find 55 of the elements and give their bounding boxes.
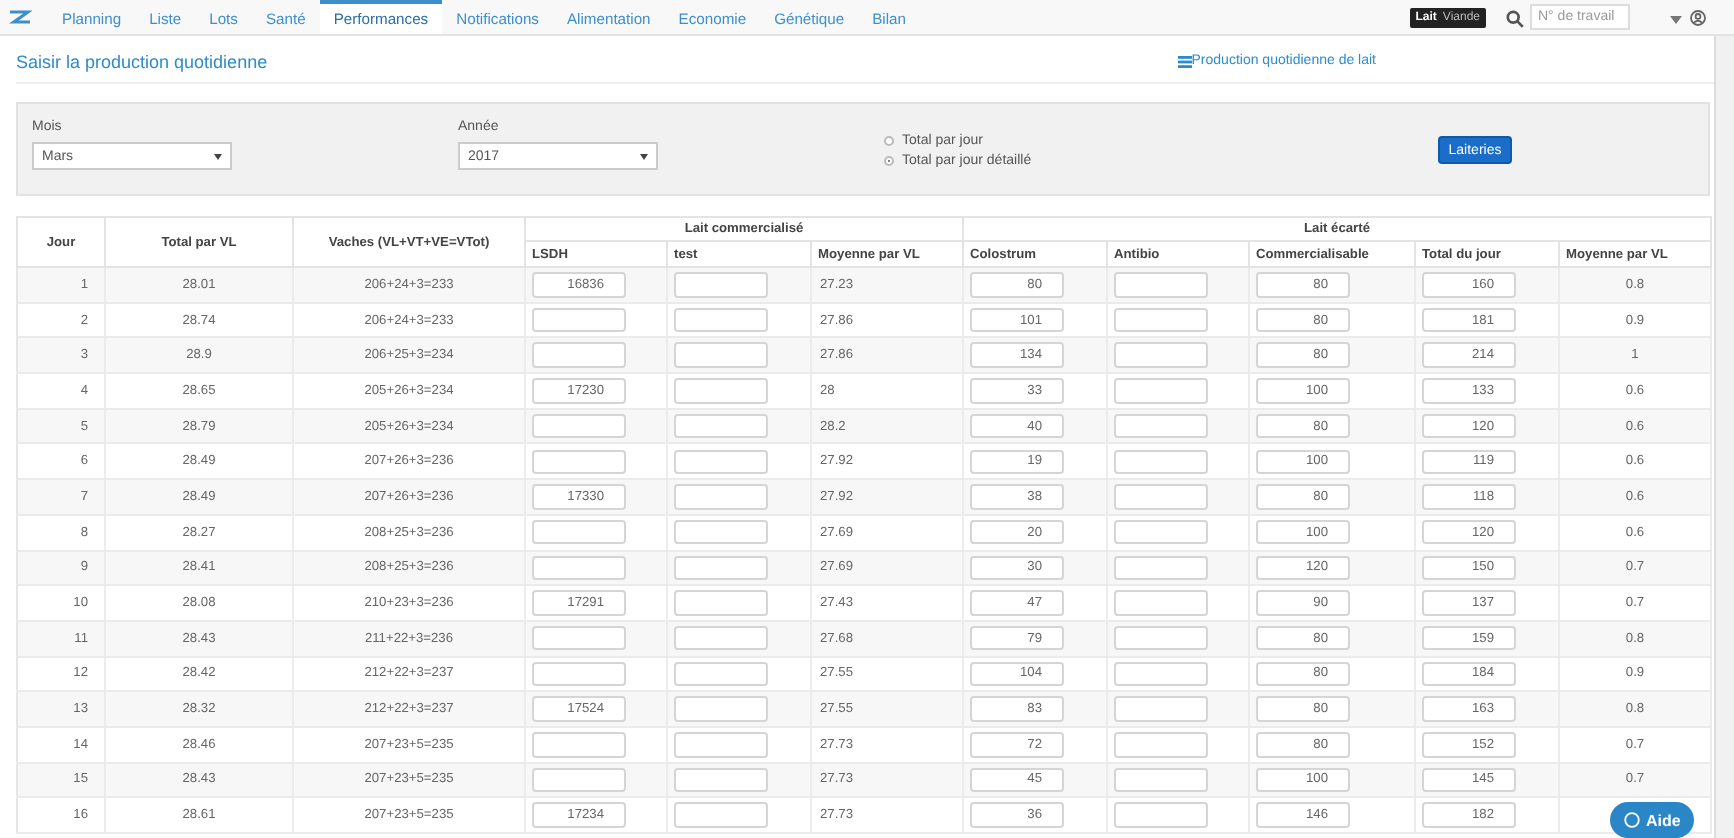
- input-field[interactable]: [1114, 519, 1208, 545]
- input-field[interactable]: [1114, 413, 1208, 439]
- input-field[interactable]: [1114, 555, 1208, 581]
- input-field[interactable]: [532, 625, 626, 651]
- input-field[interactable]: [532, 732, 626, 758]
- input-field[interactable]: [532, 519, 626, 545]
- input-field[interactable]: [1114, 272, 1208, 298]
- input-field[interactable]: [1114, 732, 1208, 758]
- input-field[interactable]: [674, 378, 768, 404]
- logo-icon[interactable]: [8, 8, 32, 28]
- input-field[interactable]: [1114, 590, 1208, 616]
- input-field[interactable]: [674, 413, 768, 439]
- scrollbar[interactable]: [1714, 36, 1734, 838]
- input-field[interactable]: [532, 767, 626, 793]
- input-field[interactable]: [674, 802, 768, 828]
- input-field[interactable]: [674, 555, 768, 581]
- input-field[interactable]: [532, 342, 626, 368]
- input-field[interactable]: [674, 767, 768, 793]
- input-field[interactable]: [674, 590, 768, 616]
- input-field[interactable]: [1114, 802, 1208, 828]
- input-field[interactable]: [674, 732, 768, 758]
- input-field[interactable]: [674, 696, 768, 722]
- input-field[interactable]: [674, 307, 768, 333]
- input-field[interactable]: [1114, 342, 1208, 368]
- input-field[interactable]: [532, 307, 626, 333]
- input-field[interactable]: [674, 449, 768, 475]
- input-field[interactable]: [1114, 378, 1208, 404]
- input-field[interactable]: [1114, 767, 1208, 793]
- input-field[interactable]: [1114, 307, 1208, 333]
- page-title: Saisir la production quotidienne: [16, 51, 270, 71]
- caret-icon[interactable]: [1670, 16, 1682, 24]
- user-icon[interactable]: [1690, 10, 1706, 26]
- input-field[interactable]: [674, 625, 768, 651]
- input-field[interactable]: [1114, 484, 1208, 510]
- input-field[interactable]: [1114, 696, 1208, 722]
- help-button[interactable]: Aide: [1610, 802, 1695, 838]
- list-icon: [1177, 55, 1192, 67]
- input-field[interactable]: [1114, 625, 1208, 651]
- input-field[interactable]: [1114, 449, 1208, 475]
- input-field[interactable]: [674, 484, 768, 510]
- input-field[interactable]: [532, 555, 626, 581]
- input-field[interactable]: [532, 413, 626, 439]
- input-field[interactable]: [1114, 661, 1208, 687]
- input-field[interactable]: [674, 519, 768, 545]
- input-field[interactable]: [674, 342, 768, 368]
- caret-icon: [640, 153, 648, 159]
- input-field[interactable]: [532, 661, 626, 687]
- input-field[interactable]: [674, 661, 768, 687]
- search-icon[interactable]: [1506, 10, 1524, 28]
- radio-button[interactable]: [884, 156, 894, 166]
- help-icon: [1624, 812, 1640, 828]
- input-field[interactable]: [674, 272, 768, 298]
- input-field[interactable]: [532, 449, 626, 475]
- caret-icon: [214, 153, 222, 159]
- radio-button[interactable]: [884, 136, 894, 146]
